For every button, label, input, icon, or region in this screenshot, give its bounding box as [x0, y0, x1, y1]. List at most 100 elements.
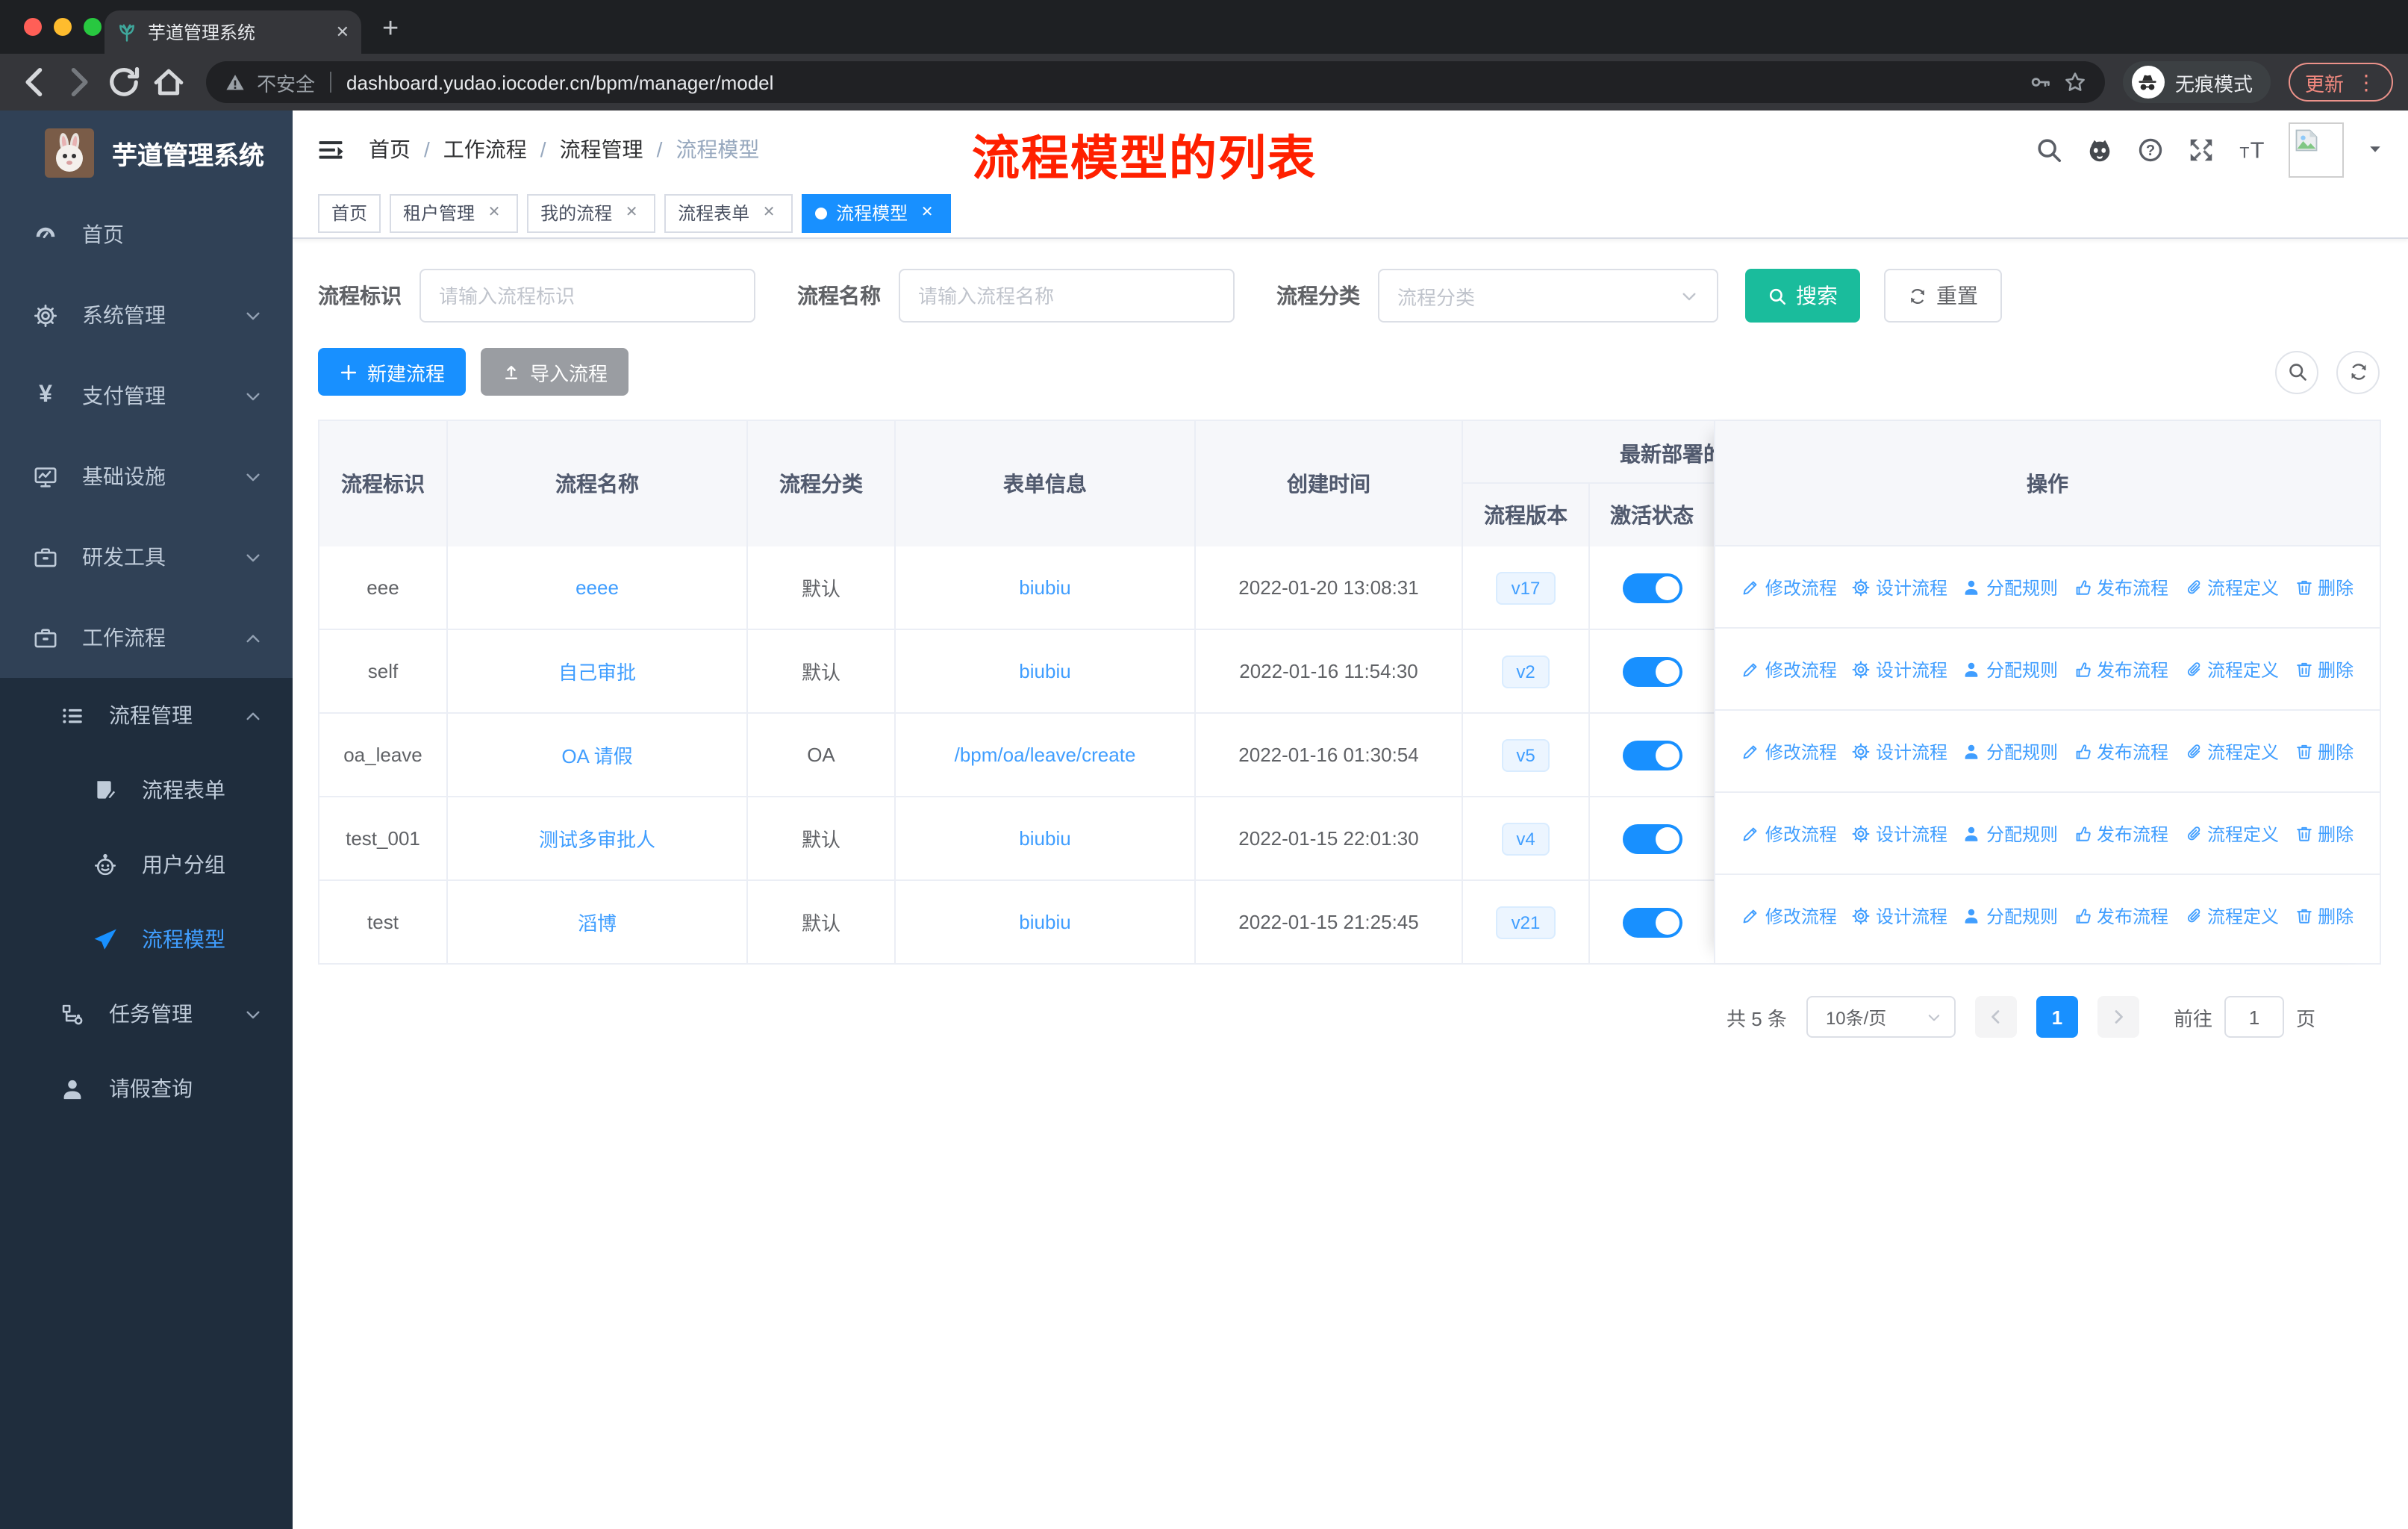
action-assign-rule-link[interactable]: 分配规则 — [1962, 903, 2058, 929]
action-publish-link[interactable]: 发布流程 — [2073, 903, 2168, 929]
tag-close-icon[interactable]: ✕ — [621, 202, 642, 223]
page-size-select[interactable]: 10条/页 — [1806, 996, 1956, 1038]
process-name-link[interactable]: 自己审批 — [558, 657, 636, 685]
avatar[interactable] — [2289, 122, 2344, 177]
action-delete-link[interactable]: 删除 — [2294, 738, 2354, 764]
process-name-link[interactable]: OA 请假 — [561, 741, 632, 769]
form-info-link[interactable]: biubiu — [1019, 576, 1070, 599]
minimize-window-button[interactable] — [54, 18, 72, 36]
bookmark-star-icon[interactable] — [2063, 70, 2087, 94]
breadcrumb-home[interactable]: 首页 — [369, 134, 411, 164]
form-info-link[interactable]: biubiu — [1019, 827, 1070, 850]
hamburger-icon[interactable] — [316, 135, 345, 164]
action-assign-rule-link[interactable]: 分配规则 — [1962, 738, 2058, 764]
action-design-link[interactable]: 设计流程 — [1852, 656, 1947, 682]
prev-page-button[interactable] — [1974, 996, 2017, 1038]
tag-home[interactable]: 首页 — [318, 193, 381, 232]
action-design-link[interactable]: 设计流程 — [1852, 574, 1947, 600]
new-tab-button[interactable]: + — [382, 12, 399, 48]
process-id-input[interactable] — [419, 269, 755, 323]
active-toggle[interactable] — [1622, 907, 1682, 937]
action-design-link[interactable]: 设计流程 — [1852, 903, 1947, 929]
next-page-button[interactable] — [2097, 996, 2139, 1038]
reset-button[interactable]: 重置 — [1884, 269, 2002, 323]
goto-page-input[interactable] — [2224, 996, 2284, 1038]
tag-my-process[interactable]: 我的流程 ✕ — [527, 193, 656, 232]
action-delete-link[interactable]: 删除 — [2294, 656, 2354, 682]
action-definition-link[interactable]: 流程定义 — [2183, 574, 2279, 600]
action-definition-link[interactable]: 流程定义 — [2183, 820, 2279, 846]
action-publish-link[interactable]: 发布流程 — [2073, 656, 2168, 682]
password-key-icon[interactable] — [2029, 70, 2053, 94]
tag-tenant[interactable]: 租户管理 ✕ — [390, 193, 519, 232]
browser-update-button[interactable]: 更新 ⋮ — [2288, 63, 2393, 102]
action-assign-rule-link[interactable]: 分配规则 — [1962, 574, 2058, 600]
action-design-link[interactable]: 设计流程 — [1852, 738, 1947, 764]
sidebar-logo[interactable]: 芋道管理系统 — [0, 110, 293, 194]
action-assign-rule-link[interactable]: 分配规则 — [1962, 656, 2058, 682]
refresh-table-button[interactable] — [2336, 350, 2380, 393]
reload-icon[interactable] — [105, 63, 143, 102]
action-assign-rule-link[interactable]: 分配规则 — [1962, 820, 2058, 846]
process-category-select[interactable]: 流程分类 — [1378, 269, 1718, 323]
github-icon[interactable] — [2086, 135, 2114, 164]
action-publish-link[interactable]: 发布流程 — [2073, 820, 2168, 846]
action-delete-link[interactable]: 删除 — [2294, 574, 2354, 600]
form-info-link[interactable]: biubiu — [1019, 911, 1070, 933]
back-icon[interactable] — [15, 63, 54, 102]
active-toggle[interactable] — [1622, 573, 1682, 602]
create-process-button[interactable]: 新建流程 — [318, 348, 467, 396]
action-design-link[interactable]: 设计流程 — [1852, 820, 1947, 846]
action-definition-link[interactable]: 流程定义 — [2183, 903, 2279, 929]
sidebar-item-home[interactable]: 首页 — [0, 194, 293, 275]
form-info-link[interactable]: biubiu — [1019, 660, 1070, 682]
action-delete-link[interactable]: 删除 — [2294, 820, 2354, 846]
browser-tab[interactable]: 芋道管理系统 ✕ — [105, 10, 361, 54]
user-menu-caret-icon[interactable] — [2366, 140, 2384, 158]
sidebar-item-dev-tools[interactable]: 研发工具 — [0, 517, 293, 597]
tag-close-icon[interactable]: ✕ — [917, 202, 938, 223]
home-icon[interactable] — [149, 63, 188, 102]
breadcrumb-workflow[interactable]: 工作流程 — [443, 134, 527, 164]
process-name-link[interactable]: 滔博 — [578, 908, 617, 936]
action-publish-link[interactable]: 发布流程 — [2073, 738, 2168, 764]
tab-close-icon[interactable]: ✕ — [336, 22, 349, 42]
action-modify-link[interactable]: 修改流程 — [1741, 656, 1837, 682]
sidebar-item-process-form[interactable]: 流程表单 — [0, 753, 293, 827]
show-search-button[interactable] — [2275, 350, 2318, 393]
sidebar-item-process-model[interactable]: 流程模型 — [0, 902, 293, 977]
forward-icon[interactable] — [60, 63, 99, 102]
sidebar-item-process-management[interactable]: 流程管理 — [0, 678, 293, 753]
active-toggle[interactable] — [1622, 656, 1682, 686]
fullscreen-icon[interactable] — [2187, 135, 2215, 164]
sidebar-item-task-management[interactable]: 任务管理 — [0, 977, 293, 1051]
sidebar-item-system[interactable]: 系统管理 — [0, 275, 293, 355]
kebab-menu-icon[interactable]: ⋮ — [2356, 69, 2377, 95]
action-definition-link[interactable]: 流程定义 — [2183, 656, 2279, 682]
sidebar-item-workflow[interactable]: 工作流程 — [0, 597, 293, 678]
url-bar[interactable]: 不安全 dashboard.yudao.iocoder.cn/bpm/manag… — [206, 61, 2105, 103]
action-delete-link[interactable]: 删除 — [2294, 903, 2354, 929]
sidebar-item-payment[interactable]: ¥ 支付管理 — [0, 355, 293, 436]
active-toggle[interactable] — [1622, 740, 1682, 770]
action-modify-link[interactable]: 修改流程 — [1741, 738, 1837, 764]
breadcrumb-process-management[interactable]: 流程管理 — [560, 134, 643, 164]
process-name-link[interactable]: 测试多审批人 — [539, 824, 655, 853]
tag-process-form[interactable]: 流程表单 ✕ — [664, 193, 793, 232]
sidebar-item-leave-query[interactable]: 请假查询 — [0, 1051, 293, 1126]
process-name-input[interactable] — [899, 269, 1235, 323]
process-name-link[interactable]: eeee — [576, 576, 619, 599]
tag-close-icon[interactable]: ✕ — [758, 202, 779, 223]
search-button[interactable]: 搜索 — [1745, 269, 1860, 323]
action-definition-link[interactable]: 流程定义 — [2183, 738, 2279, 764]
action-modify-link[interactable]: 修改流程 — [1741, 574, 1837, 600]
import-process-button[interactable]: 导入流程 — [481, 348, 629, 396]
action-modify-link[interactable]: 修改流程 — [1741, 820, 1837, 846]
action-modify-link[interactable]: 修改流程 — [1741, 903, 1837, 929]
active-toggle[interactable] — [1622, 823, 1682, 853]
sidebar-item-user-group[interactable]: 用户分组 — [0, 827, 293, 902]
help-icon[interactable]: ? — [2136, 135, 2165, 164]
sidebar-item-infrastructure[interactable]: 基础设施 — [0, 436, 293, 517]
action-publish-link[interactable]: 发布流程 — [2073, 574, 2168, 600]
search-icon[interactable] — [2035, 135, 2063, 164]
